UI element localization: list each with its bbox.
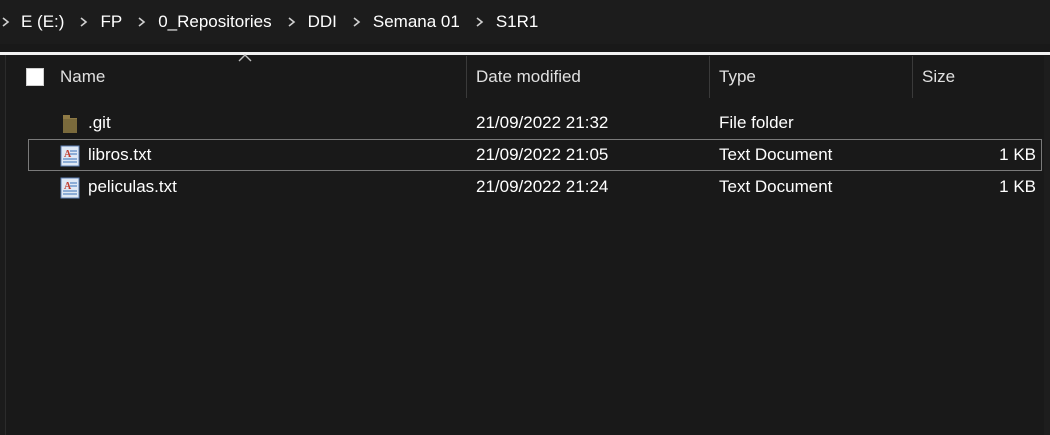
chevron-right-icon[interactable]: [282, 17, 302, 27]
file-date: 21/09/2022 21:24: [476, 177, 609, 196]
breadcrumb-item-current[interactable]: S1R1: [494, 12, 541, 32]
breadcrumb-item-repositories[interactable]: 0_Repositories: [156, 12, 273, 32]
breadcrumb: E (E:) FP 0_Repositories DDI Semana 01 S…: [0, 0, 1050, 44]
file-row-peliculas[interactable]: A peliculas.txt 21/09/2022 21:24 Text Do…: [28, 172, 1042, 204]
file-name: libros.txt: [88, 145, 152, 164]
file-row-git[interactable]: .git 21/09/2022 21:32 File folder: [28, 108, 1042, 140]
column-header: Name Date modified Type Size: [20, 54, 1050, 98]
column-header-date[interactable]: Date modified: [476, 56, 709, 98]
text-document-icon: A: [60, 177, 80, 199]
chevron-right-icon[interactable]: [470, 17, 490, 27]
chevron-right-icon[interactable]: [347, 17, 367, 27]
file-size: [908, 108, 1036, 138]
file-type: File folder: [719, 113, 794, 132]
file-name: .git: [88, 113, 111, 132]
breadcrumb-item-ddi[interactable]: DDI: [306, 12, 339, 32]
file-size: 1 KB: [999, 145, 1036, 164]
breadcrumb-item-fp[interactable]: FP: [98, 12, 124, 32]
breadcrumb-item-semana[interactable]: Semana 01: [371, 12, 462, 32]
file-date: 21/09/2022 21:32: [476, 113, 609, 132]
file-row-libros[interactable]: A libros.txt 21/09/2022 21:05 Text Docum…: [28, 139, 1042, 171]
file-date: 21/09/2022 21:05: [476, 145, 609, 164]
chevron-right-icon[interactable]: [132, 17, 152, 27]
column-header-type-label: Type: [719, 67, 756, 86]
select-all-checkbox[interactable]: [26, 68, 44, 86]
breadcrumb-item-drive[interactable]: E (E:): [19, 12, 66, 32]
file-type: Text Document: [719, 145, 833, 164]
column-divider[interactable]: [709, 56, 710, 98]
column-header-name[interactable]: Name: [60, 56, 466, 98]
column-header-date-label: Date modified: [476, 67, 581, 86]
column-header-type[interactable]: Type: [719, 56, 912, 98]
column-header-size[interactable]: Size: [922, 56, 1046, 98]
chevron-right-icon[interactable]: [74, 17, 94, 27]
column-header-size-label: Size: [922, 67, 956, 86]
file-name: peliculas.txt: [88, 177, 177, 196]
column-divider[interactable]: [912, 56, 913, 98]
file-type: Text Document: [719, 177, 833, 196]
chevron-right-icon[interactable]: [0, 17, 12, 27]
vertical-scrollbar[interactable]: [1044, 56, 1050, 435]
file-size: 1 KB: [999, 177, 1036, 196]
column-header-name-label: Name: [60, 67, 106, 86]
column-divider[interactable]: [466, 56, 467, 98]
folder-icon: [63, 115, 77, 133]
navigation-pane-edge[interactable]: [0, 55, 6, 435]
address-bar-focus-line: [0, 52, 1050, 55]
text-document-icon: A: [60, 145, 80, 167]
